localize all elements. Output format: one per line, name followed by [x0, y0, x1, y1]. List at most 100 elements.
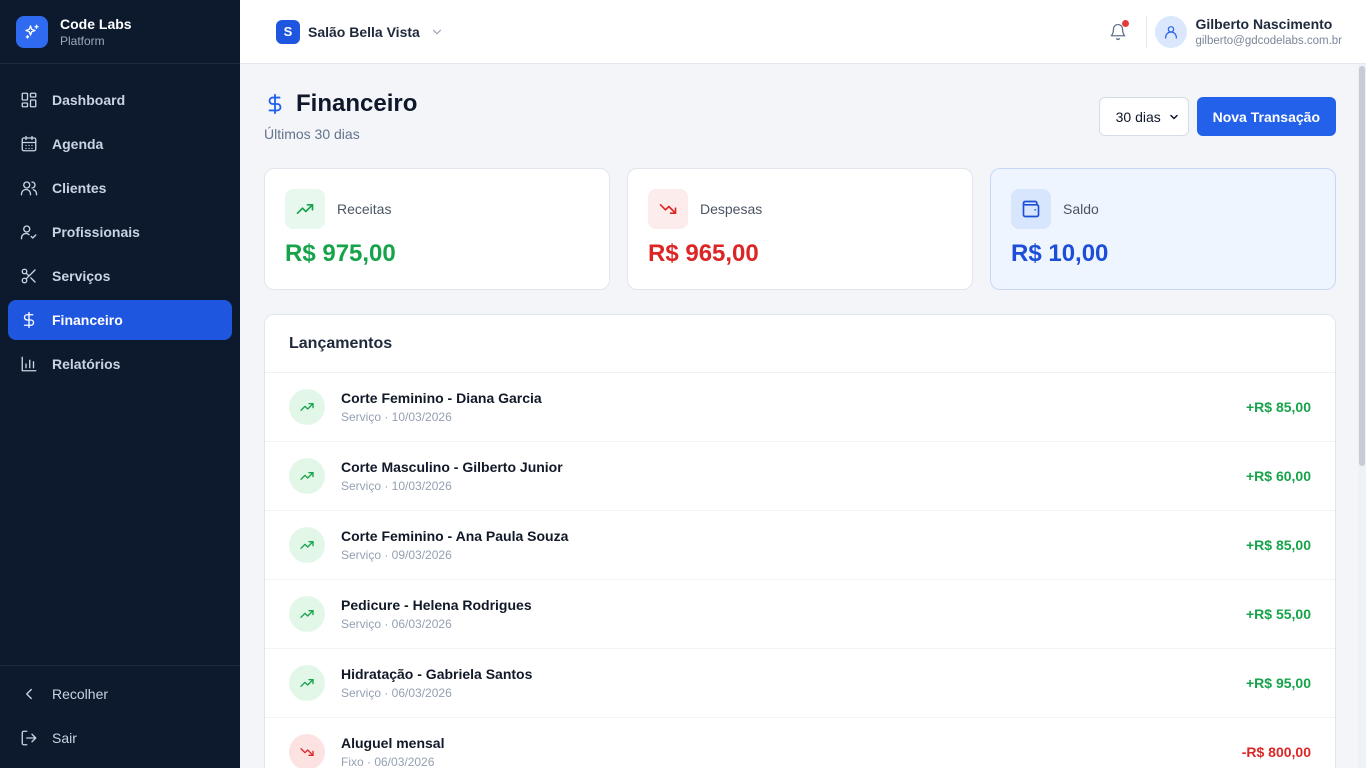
saldo-card: Saldo R$ 10,00 [990, 168, 1336, 290]
new-transaction-button[interactable]: Nova Transação [1196, 97, 1336, 136]
transaction-meta: Serviço · 09/03/2026 [341, 548, 452, 562]
sidebar-nav: Dashboard Agenda Clientes Profissionais … [0, 64, 240, 404]
user-name: Gilberto Nascimento [1195, 15, 1333, 32]
header-divider [1146, 15, 1148, 48]
salon-selector[interactable]: S Salão Bella Vista [276, 19, 444, 44]
grid-icon [21, 92, 37, 108]
salon-name: Salão Bella Vista [308, 23, 420, 40]
list-item[interactable]: Aluguel mensal Fixo · 06/03/2026 -R$ 800… [265, 718, 1335, 768]
list-item[interactable]: Hidratação - Gabriela Santos Serviço · 0… [265, 649, 1335, 718]
page-actions: 30 dias Nova Transação [1098, 97, 1336, 136]
list-item[interactable]: Corte Feminino - Diana Garcia Serviço · … [265, 373, 1335, 442]
despesas-label: Despesas [700, 201, 763, 217]
period-select-value: 30 dias [1115, 108, 1161, 125]
transaction-title: Corte Feminino - Diana Garcia [341, 390, 542, 406]
transaction-meta: Serviço · 06/03/2026 [341, 686, 452, 700]
chevron-down-icon [1169, 114, 1178, 119]
transaction-title: Aluguel mensal [341, 735, 445, 751]
transaction-amount: +R$ 60,00 [1246, 468, 1311, 484]
calendar-icon [21, 135, 37, 152]
user-email: gilberto@gdcodelabs.com.br [1195, 34, 1342, 47]
sidebar-item-profissionais[interactable]: Profissionais [8, 212, 232, 252]
logout-icon [21, 730, 37, 746]
sidebar-item-servicos[interactable]: Serviços [8, 256, 232, 296]
transactions-list: Lançamentos Corte Feminino - Diana Garci… [264, 314, 1336, 768]
receitas-label: Receitas [337, 201, 392, 217]
trending-down-icon [648, 189, 688, 229]
chevron-left-icon [26, 688, 32, 700]
logout-label: Sair [52, 730, 77, 746]
user-menu[interactable]: Gilberto Nascimento gilberto@gdcodelabs.… [1155, 15, 1342, 49]
trending-up-icon [289, 458, 325, 494]
scrollbar-thumb[interactable] [1359, 66, 1365, 466]
page-subtitle: Últimos 30 dias [264, 126, 360, 142]
dollar-icon [268, 93, 282, 115]
collapse-label: Recolher [52, 686, 109, 702]
brand-name: Code Labs [60, 15, 132, 32]
sidebar-item-relatorios[interactable]: Relatórios [8, 344, 232, 384]
notification-dot [1122, 19, 1130, 27]
sidebar-item-label: Financeiro [52, 312, 123, 328]
transaction-amount: +R$ 85,00 [1246, 399, 1311, 415]
sidebar: Code Labs Platform Dashboard Agenda Clie… [0, 0, 240, 768]
sidebar-item-label: Dashboard [52, 92, 126, 108]
main-content: Financeiro Últimos 30 dias 30 dias Nova … [240, 64, 1358, 768]
transaction-title: Corte Feminino - Ana Paula Souza [341, 528, 569, 544]
user-icon [1165, 25, 1178, 39]
summary-cards: Receitas R$ 975,00 Despesas R$ 965,00 Sa… [264, 168, 1336, 290]
dollar-icon [23, 311, 35, 329]
logout-button[interactable]: Sair [8, 718, 232, 758]
trending-up-icon [289, 665, 325, 701]
transaction-title: Corte Masculino - Gilberto Junior [341, 459, 563, 475]
avatar [1155, 15, 1188, 48]
period-select[interactable]: 30 dias [1098, 97, 1189, 136]
user-check-icon [20, 225, 37, 240]
despesas-value: R$ 965,00 [648, 240, 759, 267]
transaction-title: Pedicure - Helena Rodrigues [341, 597, 532, 613]
sidebar-item-dashboard[interactable]: Dashboard [8, 80, 232, 120]
trending-up-icon [289, 596, 325, 632]
despesas-card: Despesas R$ 965,00 [627, 168, 973, 290]
transaction-meta: Fixo · 06/03/2026 [341, 755, 435, 768]
saldo-value: R$ 10,00 [1011, 240, 1109, 267]
sidebar-item-label: Agenda [52, 136, 104, 152]
trending-up-icon [285, 189, 325, 229]
page-header: Financeiro Últimos 30 dias [264, 90, 417, 142]
transaction-amount: +R$ 85,00 [1246, 537, 1311, 553]
sidebar-item-label: Clientes [52, 180, 107, 196]
transaction-meta: Serviço · 10/03/2026 [341, 410, 452, 424]
receitas-value: R$ 975,00 [285, 240, 396, 267]
sidebar-footer: Recolher Sair [0, 665, 240, 768]
saldo-label: Saldo [1063, 201, 1099, 217]
sidebar-item-agenda[interactable]: Agenda [8, 124, 232, 164]
list-item[interactable]: Pedicure - Helena Rodrigues Serviço · 06… [265, 580, 1335, 649]
wallet-icon [1011, 189, 1051, 229]
transactions-title: Lançamentos [265, 315, 1335, 373]
brand-subtitle: Platform [60, 33, 105, 48]
sidebar-item-financeiro[interactable]: Financeiro [8, 300, 232, 340]
receitas-card: Receitas R$ 975,00 [264, 168, 610, 290]
list-item[interactable]: Corte Masculino - Gilberto Junior Serviç… [265, 442, 1335, 511]
list-item[interactable]: Corte Feminino - Ana Paula Souza Serviço… [265, 511, 1335, 580]
top-header: S Salão Bella Vista Gilberto Nascimento … [240, 0, 1366, 64]
collapse-button[interactable]: Recolher [8, 674, 232, 714]
sidebar-item-clientes[interactable]: Clientes [8, 168, 232, 208]
transaction-amount: -R$ 800,00 [1241, 744, 1311, 760]
sidebar-item-label: Serviços [52, 268, 111, 284]
transaction-meta: Serviço · 10/03/2026 [341, 479, 452, 493]
transaction-amount: +R$ 55,00 [1246, 606, 1311, 622]
transaction-amount: +R$ 95,00 [1246, 675, 1311, 691]
sidebar-item-label: Relatórios [52, 356, 121, 372]
transaction-meta: Serviço · 06/03/2026 [341, 617, 452, 631]
main-scrollbar[interactable] [1358, 64, 1366, 768]
brand[interactable]: Code Labs Platform [0, 0, 240, 64]
notifications-button[interactable] [1106, 19, 1130, 44]
trending-up-icon [289, 527, 325, 563]
bar-chart-icon [21, 356, 37, 372]
transaction-title: Hidratação - Gabriela Santos [341, 666, 533, 682]
scissors-icon [21, 268, 36, 284]
trending-down-icon [289, 734, 325, 768]
chevron-down-icon [432, 29, 441, 34]
salon-badge: S [276, 19, 300, 44]
trending-up-icon [289, 389, 325, 425]
